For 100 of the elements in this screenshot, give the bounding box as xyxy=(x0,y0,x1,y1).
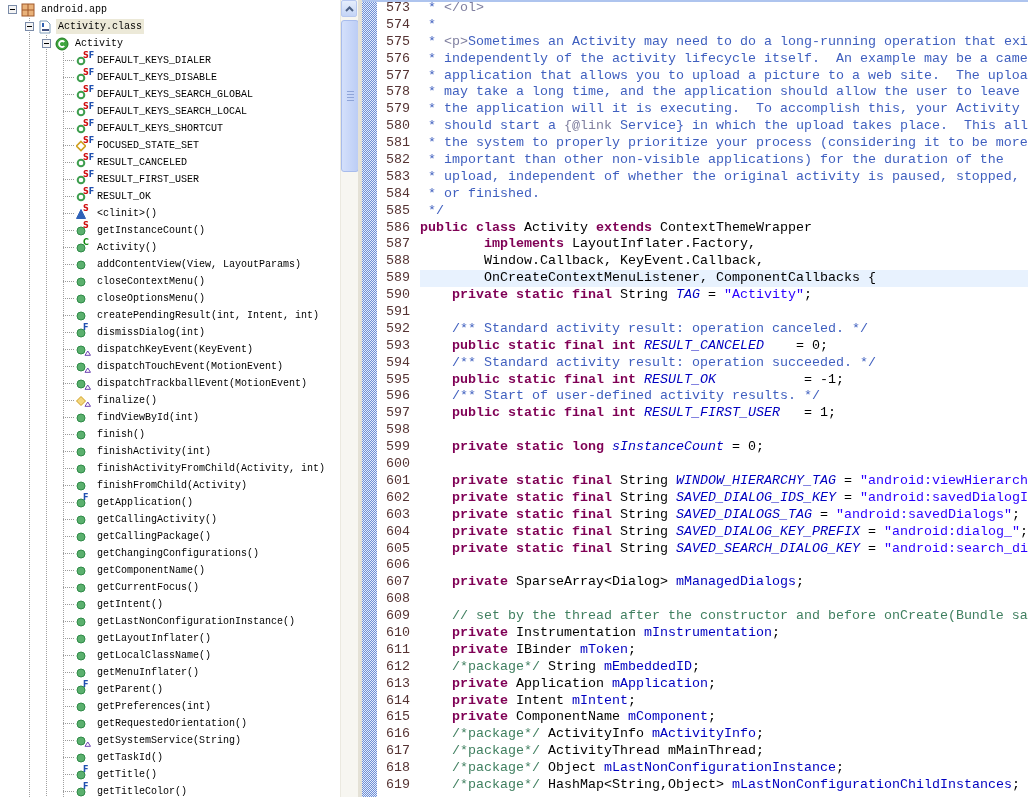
modifier-letter: F xyxy=(83,679,89,689)
line-number: 579 xyxy=(385,101,411,119)
tree-item[interactable]: getCallingPackage() xyxy=(95,529,214,544)
line-number: 608 xyxy=(385,591,411,609)
scrollbar-thumb[interactable] xyxy=(341,20,359,172)
line-number: 575 xyxy=(385,33,411,51)
line-number: 592 xyxy=(385,320,411,338)
modifier-letter: F xyxy=(88,67,95,77)
line-number: 577 xyxy=(385,67,411,85)
collapse-icon[interactable] xyxy=(25,22,34,31)
collapse-icon[interactable] xyxy=(42,39,51,48)
tree-item[interactable]: DEFAULT_KEYS_SEARCH_LOCAL xyxy=(95,104,250,119)
tree-item[interactable]: closeContextMenu() xyxy=(95,274,208,289)
code-line: /** Standard activity result: operation succeeded. */ xyxy=(451,354,877,372)
tree-item[interactable]: RESULT_OK xyxy=(95,189,153,204)
tree-item[interactable]: dispatchTrackballEvent(MotionEvent) xyxy=(95,376,310,391)
code-line: * xyxy=(427,16,437,34)
tree-item[interactable]: getParent() xyxy=(95,682,165,697)
code-line: // set by the thread after the constructor and before onCreate(Bundle sa xyxy=(451,608,1028,625)
line-number: 616 xyxy=(385,726,411,744)
line-number: 604 xyxy=(385,523,411,541)
modifier-letter: F xyxy=(88,186,95,196)
tree-item[interactable]: Activity xyxy=(73,36,125,51)
code-line: private static final String SAVED_SEARCH_DIALOG_KEY = "android:search_di xyxy=(451,540,1028,558)
modifier-letter: F xyxy=(83,781,89,791)
tree-item[interactable]: RESULT_CANCELED xyxy=(95,155,189,170)
line-number: 573 xyxy=(385,2,411,17)
line-number: 614 xyxy=(385,692,411,710)
modifier-letter: S xyxy=(83,101,89,111)
tree-item[interactable]: RESULT_FIRST_USER xyxy=(95,172,202,187)
tree-item[interactable]: getSystemService(String) xyxy=(95,733,244,748)
scroll-up-button[interactable] xyxy=(341,0,357,17)
line-number: 593 xyxy=(385,337,411,355)
tree-item[interactable]: getLastNonConfigurationInstance() xyxy=(95,614,298,629)
class-file-icon xyxy=(38,19,52,34)
modifier-letter: F xyxy=(88,84,95,94)
tree-item[interactable]: getCallingActivity() xyxy=(95,512,220,527)
line-number: 594 xyxy=(385,354,411,372)
code-line: /*package*/ ActivityInfo mActivityInfo; xyxy=(451,726,765,744)
code-line: private Instrumentation mInstrumentation; xyxy=(451,624,781,642)
tree-item[interactable]: Activity.class xyxy=(56,19,144,34)
code-line: * important than other non-visible applications) for the duration of the xyxy=(427,152,1005,169)
tree-item[interactable]: getInstanceCount() xyxy=(95,223,208,238)
modifier-letter: S xyxy=(83,186,89,196)
modifier-letter: S xyxy=(83,152,89,162)
tree-item[interactable]: getRequestedOrientation() xyxy=(95,716,250,731)
tree-item[interactable]: getIntent() xyxy=(95,597,165,612)
collapse-icon[interactable] xyxy=(8,5,17,14)
code-line: * should start a {@link Service} in which the upload takes place. This all xyxy=(427,118,1028,136)
code-line: public class Activity extends ContextThemeWrapper xyxy=(420,219,813,237)
code-line: private IBinder mToken; xyxy=(451,641,637,659)
tree-item[interactable]: getLayoutInflater() xyxy=(95,631,214,646)
tree-item[interactable]: addContentView(View, LayoutParams) xyxy=(95,257,304,272)
tree-item[interactable]: getTaskId() xyxy=(95,750,165,765)
tree-item[interactable]: DEFAULT_KEYS_DIALER xyxy=(95,53,214,68)
code-line: private static final String SAVED_DIALOG_KEY_PREFIX = "android:dialog_"; xyxy=(451,523,1028,541)
tree-item[interactable]: finishActivityFromChild(Activity, int) xyxy=(95,461,328,476)
code-line: public static final int RESULT_CANCELED = 0; xyxy=(451,337,829,355)
line-number: 601 xyxy=(385,472,411,490)
tree-item[interactable]: getChangingConfigurations() xyxy=(95,546,262,561)
tree-item[interactable]: getMenuInflater() xyxy=(95,665,202,680)
tree-item[interactable]: DEFAULT_KEYS_SHORTCUT xyxy=(95,121,226,136)
modifier-letter: S xyxy=(83,169,89,179)
code-line: /*package*/ String mEmbeddedID; xyxy=(451,658,701,676)
code-line: * <p>Sometimes an Activity may need to do a long-running operation that exi xyxy=(427,33,1028,51)
tree-item[interactable]: finish() xyxy=(95,427,147,442)
line-number: 576 xyxy=(385,50,411,68)
tree-item[interactable]: android.app xyxy=(39,2,109,17)
tree-item[interactable]: closeOptionsMenu() xyxy=(95,291,208,306)
line-number: 583 xyxy=(385,168,411,186)
tree-item[interactable]: finishActivity(int) xyxy=(95,444,214,459)
tree-item[interactable]: getTitleColor() xyxy=(95,784,189,797)
package-icon xyxy=(21,2,35,17)
code-line: * </ol> xyxy=(427,2,485,17)
tree-item[interactable]: findViewById(int) xyxy=(95,410,202,425)
tree-item[interactable]: dispatchTouchEvent(MotionEvent) xyxy=(95,359,286,374)
code-line: * or finished. xyxy=(427,185,541,203)
tree-item[interactable]: finalize() xyxy=(95,393,159,408)
tree-item[interactable]: dismissDialog(int) xyxy=(95,325,208,340)
chevron-up-icon xyxy=(344,5,354,12)
line-number: 591 xyxy=(385,304,411,321)
tree-item[interactable]: FOCUSED_STATE_SET xyxy=(95,138,202,153)
line-number: 603 xyxy=(385,506,411,524)
tree-item[interactable]: <clinit>() xyxy=(95,206,159,221)
tree-item[interactable]: getPreferences(int) xyxy=(95,699,214,714)
tree-item[interactable]: finishFromChild(Activity) xyxy=(95,478,250,493)
tree-item[interactable]: dispatchKeyEvent(KeyEvent) xyxy=(95,342,256,357)
tree-item[interactable]: getCurrentFocus() xyxy=(95,580,202,595)
tree-item[interactable]: createPendingResult(int, Intent, int) xyxy=(95,308,322,323)
code-line: /** Start of user-defined activity results. */ xyxy=(451,388,821,406)
tree-item[interactable]: getApplication() xyxy=(95,495,195,510)
tree-item[interactable]: Activity() xyxy=(95,240,159,255)
code-line: private static final String SAVED_DIALOGS_TAG = "android:savedDialogs"; xyxy=(451,506,1021,524)
tree-item[interactable]: getTitle() xyxy=(95,767,159,782)
class-icon xyxy=(55,36,69,51)
tree-item[interactable]: getComponentName() xyxy=(95,563,208,578)
tree-item[interactable]: DEFAULT_KEYS_SEARCH_GLOBAL xyxy=(95,87,256,102)
line-number: 578 xyxy=(385,84,411,102)
tree-item[interactable]: getLocalClassName() xyxy=(95,648,214,663)
tree-item[interactable]: DEFAULT_KEYS_DISABLE xyxy=(95,70,220,85)
